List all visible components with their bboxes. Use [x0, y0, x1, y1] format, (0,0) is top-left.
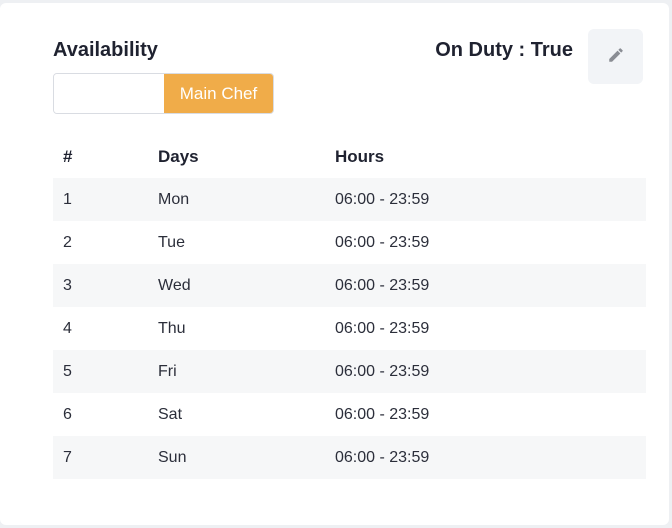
- table-row: 5 Fri 06:00 - 23:59: [53, 350, 646, 393]
- row-number: 6: [63, 405, 72, 423]
- role-input-group: Main Chef: [53, 73, 274, 114]
- row-hours: 06:00 - 23:59: [335, 405, 430, 423]
- main-chef-button[interactable]: Main Chef: [164, 74, 273, 113]
- row-number: 1: [63, 190, 72, 208]
- row-day: Fri: [158, 362, 177, 380]
- availability-card: Availability Main Chef On Duty : True # …: [0, 3, 669, 525]
- row-hours: 06:00 - 23:59: [335, 448, 430, 466]
- table-row: 6 Sat 06:00 - 23:59: [53, 393, 646, 436]
- edit-button[interactable]: [588, 29, 643, 84]
- row-day: Mon: [158, 190, 190, 208]
- row-number: 5: [63, 362, 72, 380]
- column-header-days: Days: [158, 146, 199, 166]
- table-row: 3 Wed 06:00 - 23:59: [53, 264, 646, 307]
- availability-table: # Days Hours 1 Mon 06:00 - 23:59 2 Tue 0…: [53, 135, 646, 479]
- table-header-row: # Days Hours: [53, 135, 646, 178]
- row-day: Sat: [158, 405, 183, 423]
- row-hours: 06:00 - 23:59: [335, 190, 430, 208]
- row-hours: 06:00 - 23:59: [335, 362, 430, 380]
- row-number: 7: [63, 448, 72, 466]
- row-number: 3: [63, 276, 72, 294]
- on-duty-status: On Duty : True: [435, 39, 573, 61]
- row-day: Thu: [158, 319, 186, 337]
- table-row: 7 Sun 06:00 - 23:59: [53, 436, 646, 479]
- row-hours: 06:00 - 23:59: [335, 233, 430, 251]
- page-title: Availability: [53, 39, 158, 61]
- column-header-hours: Hours: [335, 146, 385, 166]
- table-row: 4 Thu 06:00 - 23:59: [53, 307, 646, 350]
- column-header-number: #: [63, 146, 73, 166]
- pencil-icon: [607, 46, 625, 67]
- row-day: Sun: [158, 448, 187, 466]
- role-input[interactable]: [54, 74, 164, 113]
- row-number: 4: [63, 319, 72, 337]
- table-row: 2 Tue 06:00 - 23:59: [53, 221, 646, 264]
- row-day: Wed: [158, 276, 191, 294]
- row-hours: 06:00 - 23:59: [335, 319, 430, 337]
- row-day: Tue: [158, 233, 185, 251]
- table-row: 1 Mon 06:00 - 23:59: [53, 178, 646, 221]
- row-hours: 06:00 - 23:59: [335, 276, 430, 294]
- row-number: 2: [63, 233, 72, 251]
